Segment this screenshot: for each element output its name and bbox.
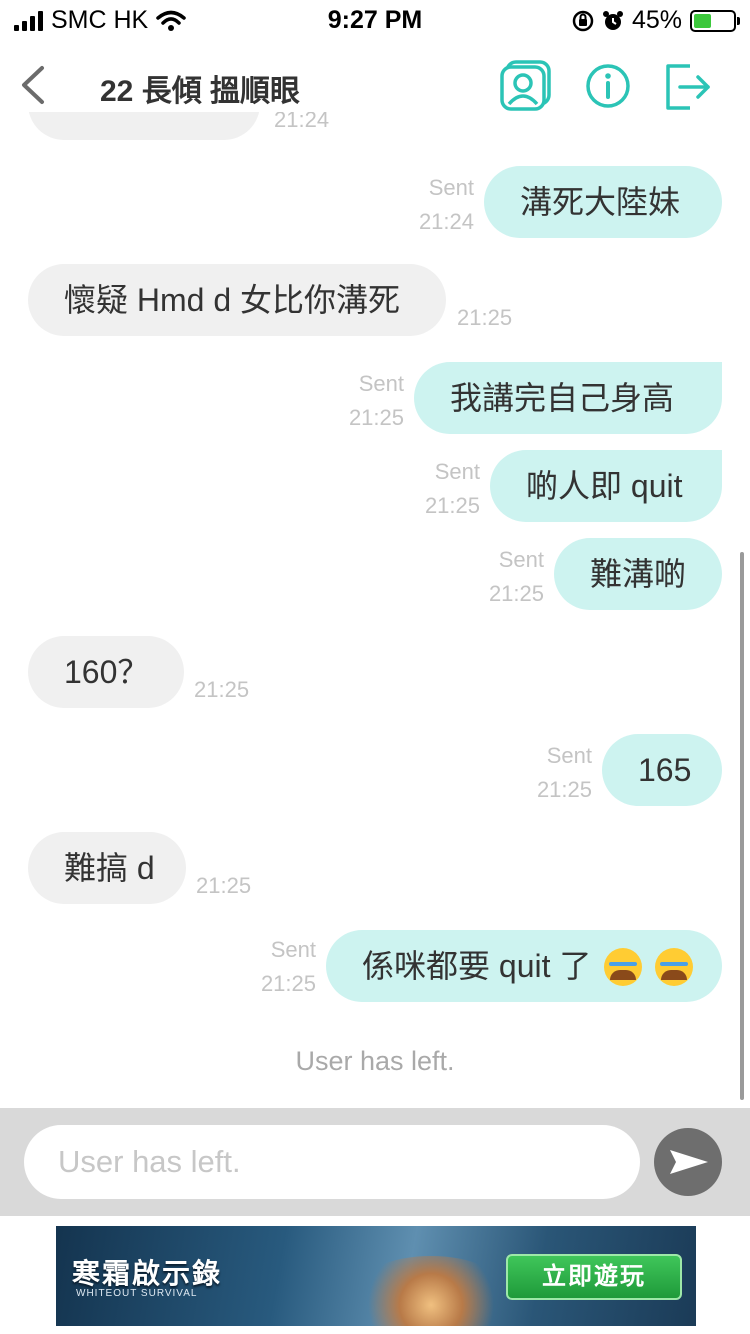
message-time: 21:24 bbox=[418, 209, 474, 234]
message-bubble-incoming[interactable]: 懷疑 Hmd d 女比你溝死 bbox=[28, 264, 446, 336]
ad-game-subtitle: WHITEOUT SURVIVAL bbox=[76, 1288, 198, 1299]
message-sent-status: Sent bbox=[546, 743, 592, 768]
profile-card-icon[interactable] bbox=[498, 58, 554, 114]
message-time: 21:25 bbox=[194, 677, 250, 702]
message-input[interactable]: User has left. bbox=[24, 1125, 640, 1199]
message-input-bar: User has left. bbox=[0, 1108, 750, 1216]
info-icon[interactable] bbox=[580, 58, 636, 114]
message-bubble-outgoing[interactable]: 啲人即 quit bbox=[490, 450, 722, 522]
message-bubble-incoming[interactable]: 160？ bbox=[28, 636, 184, 708]
message-bubble-incoming[interactable] bbox=[28, 112, 260, 140]
message-time: 21:25 bbox=[348, 405, 404, 430]
alarm-icon bbox=[602, 10, 623, 30]
message-sent-status: Sent bbox=[358, 371, 404, 396]
send-icon bbox=[670, 1150, 708, 1174]
back-arrow-icon[interactable] bbox=[14, 62, 54, 108]
orientation-lock-icon bbox=[572, 10, 594, 31]
message-sent-status: Sent bbox=[434, 459, 480, 484]
battery-icon bbox=[690, 9, 740, 32]
message-sent-status: Sent bbox=[498, 547, 544, 572]
message-time: 21:25 bbox=[424, 493, 480, 518]
ad-play-now-button[interactable]: 立即遊玩 bbox=[506, 1254, 682, 1300]
leave-chat-icon[interactable] bbox=[660, 58, 716, 114]
loudly-crying-face-icon bbox=[655, 947, 694, 986]
chat-message-list[interactable]: 21:24 Sent 21:24 溝死大陸妹 懷疑 Hmd d 女比你溝死 21… bbox=[0, 112, 750, 1108]
battery-level bbox=[694, 13, 712, 28]
message-bubble-outgoing[interactable]: 係咪都要 quit 了 bbox=[326, 930, 722, 1002]
message-bubble-incoming[interactable]: 難搞 d bbox=[28, 832, 186, 904]
scrollbar-thumb[interactable] bbox=[740, 552, 744, 1100]
ad-campfire-illustration bbox=[356, 1256, 506, 1326]
message-sent-status: Sent bbox=[270, 937, 316, 962]
status-bar: SMC HK 9:27 PM 45% bbox=[0, 0, 750, 40]
message-bubble-outgoing[interactable]: 溝死大陸妹 bbox=[484, 166, 722, 238]
status-right: 45% bbox=[572, 6, 740, 35]
message-time: 21:25 bbox=[488, 581, 544, 606]
message-bubble-outgoing[interactable]: 難溝啲 bbox=[554, 538, 722, 610]
chat-title: 22 長傾 搵順眼 bbox=[100, 75, 301, 108]
message-time: 21:25 bbox=[457, 305, 513, 330]
loudly-crying-face-icon bbox=[604, 947, 643, 986]
message-sent-status: Sent bbox=[428, 175, 474, 200]
battery-percent: 45% bbox=[631, 6, 682, 34]
send-button[interactable] bbox=[654, 1128, 722, 1196]
message-time: 21:25 bbox=[196, 873, 252, 898]
system-message-user-left: User has left. bbox=[295, 1046, 455, 1076]
message-bubble-outgoing[interactable]: 我講完自己身高 bbox=[414, 362, 722, 434]
ad-game-title: 寒霜啟示錄 bbox=[72, 1258, 223, 1289]
ad-banner[interactable]: 寒霜啟示錄 WHITEOUT SURVIVAL 立即遊玩 bbox=[56, 1226, 696, 1326]
message-time: 21:25 bbox=[536, 777, 592, 802]
message-bubble-outgoing[interactable]: 165 bbox=[602, 734, 722, 806]
message-time: 21:25 bbox=[260, 971, 316, 996]
message-time: 21:24 bbox=[274, 112, 330, 132]
